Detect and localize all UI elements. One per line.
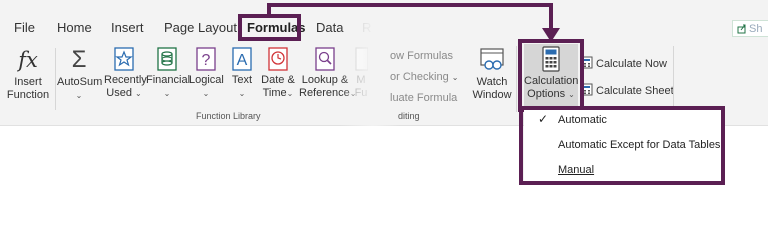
- calculation-menu-highlight: [519, 106, 725, 185]
- calculation-options-highlight: [518, 39, 584, 112]
